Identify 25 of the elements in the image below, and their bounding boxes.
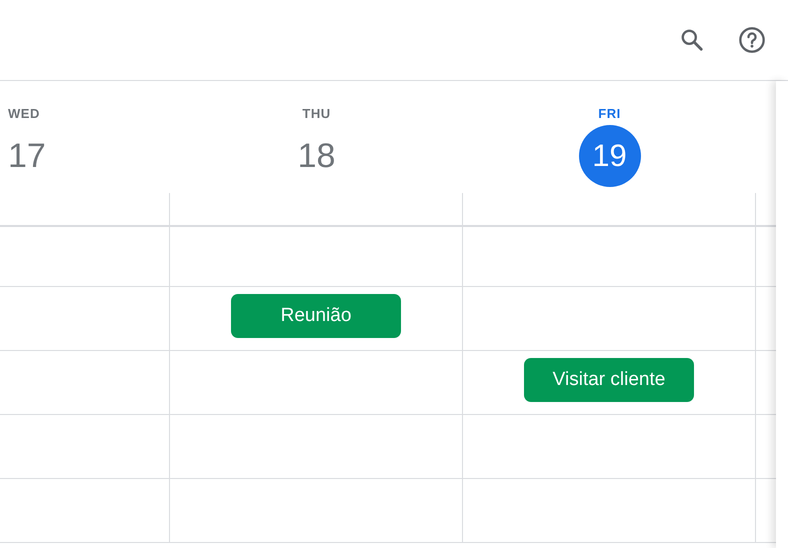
- weekday-label: THU: [302, 105, 331, 123]
- time-slot[interactable]: [170, 479, 463, 543]
- date-number[interactable]: 17: [8, 125, 46, 187]
- time-slot[interactable]: Visitar cliente: [463, 351, 756, 415]
- time-slot[interactable]: Reunião: [170, 287, 463, 351]
- time-slot[interactable]: [0, 415, 170, 479]
- time-slot[interactable]: [170, 415, 463, 479]
- today-date-marker[interactable]: 19: [578, 125, 640, 187]
- search-icon: [679, 27, 705, 53]
- time-slot[interactable]: [463, 227, 756, 287]
- time-slot[interactable]: [0, 227, 170, 287]
- event-chip[interactable]: Reunião: [231, 294, 401, 338]
- weekday-label: FRI: [598, 105, 621, 123]
- date-number[interactable]: 18: [298, 125, 336, 187]
- time-slot[interactable]: [463, 415, 756, 479]
- time-slot[interactable]: [0, 287, 170, 351]
- time-slot[interactable]: [0, 351, 170, 415]
- help-icon: [738, 26, 766, 54]
- weekday-label: WED: [8, 105, 40, 123]
- time-slot[interactable]: [170, 227, 463, 287]
- time-slot[interactable]: [170, 351, 463, 415]
- time-slot[interactable]: [463, 287, 756, 351]
- time-slot[interactable]: [463, 479, 756, 543]
- time-slot[interactable]: [0, 479, 170, 543]
- event-chip[interactable]: Visitar cliente: [524, 358, 694, 402]
